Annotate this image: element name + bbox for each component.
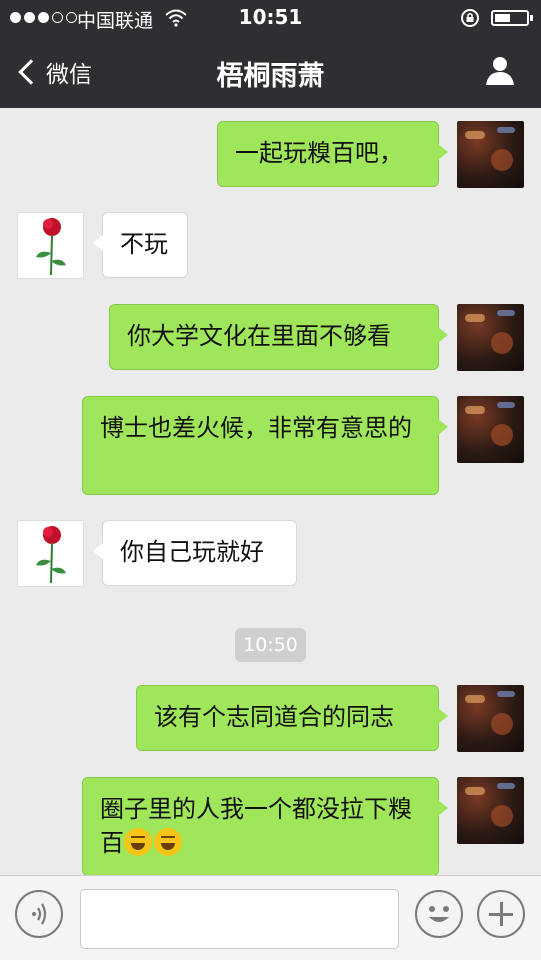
message-text: 你大学文化在里面不够看 bbox=[127, 322, 391, 350]
my-avatar[interactable] bbox=[457, 121, 524, 188]
my-avatar[interactable] bbox=[457, 777, 524, 844]
chat-area[interactable]: 一起玩糗百吧， 不玩 你大学文化在里面不够看 博士也差火候，非常有意思的 你自己… bbox=[0, 108, 541, 875]
message-timestamp: 10:50 bbox=[235, 628, 306, 662]
my-avatar[interactable] bbox=[457, 396, 524, 463]
message-text: 该有个志同道合的同志 bbox=[154, 703, 394, 731]
message-text: 一起玩糗百吧， bbox=[235, 139, 403, 167]
rose-icon bbox=[36, 526, 66, 584]
rose-icon bbox=[36, 218, 66, 276]
message-input[interactable] bbox=[80, 889, 399, 949]
joy-face-icon bbox=[124, 828, 152, 856]
message-bubble-me[interactable]: 圈子里的人我一个都没拉下糗百 bbox=[82, 777, 448, 875]
voice-icon bbox=[32, 903, 47, 925]
my-avatar[interactable] bbox=[457, 304, 524, 371]
my-avatar[interactable] bbox=[457, 685, 524, 752]
status-bar: 中国联通 10:51 bbox=[0, 0, 541, 36]
message-bubble-other[interactable]: 不玩 bbox=[93, 212, 188, 278]
message-bubble-me[interactable]: 你大学文化在里面不够看 bbox=[109, 304, 448, 370]
message-bubble-me[interactable]: 博士也差火候，非常有意思的 bbox=[82, 396, 448, 495]
smile-icon bbox=[429, 906, 449, 922]
message-text: 博士也差火候，非常有意思的 bbox=[100, 414, 412, 442]
input-bar bbox=[0, 875, 541, 960]
voice-button[interactable] bbox=[15, 890, 63, 938]
message-text: 你自己玩就好 bbox=[120, 538, 264, 566]
chat-title: 梧桐雨萧 bbox=[216, 61, 325, 92]
rotation-lock-icon bbox=[461, 9, 479, 27]
top-bar: 中国联通 10:51 微信 梧桐雨萧 bbox=[0, 0, 541, 108]
person-icon[interactable] bbox=[484, 54, 516, 86]
message-bubble-me[interactable]: 该有个志同道合的同志 bbox=[136, 685, 448, 751]
contact-avatar[interactable] bbox=[17, 520, 84, 587]
message-text: 不玩 bbox=[120, 230, 168, 258]
message-bubble-me[interactable]: 一起玩糗百吧， bbox=[217, 121, 448, 187]
battery-icon bbox=[491, 10, 533, 26]
emoji-button[interactable] bbox=[415, 890, 463, 938]
crying-laughing-face-icon bbox=[154, 828, 182, 856]
message-bubble-other[interactable]: 你自己玩就好 bbox=[93, 520, 297, 586]
more-button[interactable] bbox=[477, 890, 525, 938]
contact-avatar[interactable] bbox=[17, 212, 84, 279]
